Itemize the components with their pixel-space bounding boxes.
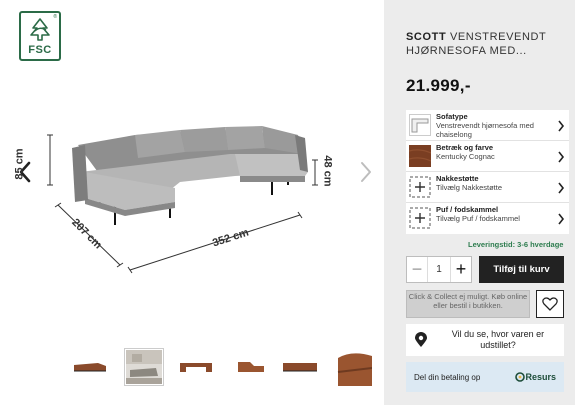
quantity-stepper: − 1 + <box>406 256 472 283</box>
option-value: Tilvælg Nakkestøtte <box>436 183 502 192</box>
thumbnail-4[interactable] <box>230 348 270 386</box>
product-image: 85 cm 207 cm 352 cm 48 cm <box>14 110 360 290</box>
thumbnail-6[interactable] <box>332 348 372 386</box>
option-value: Venstrevendt hjørnesofa med chaiselong <box>436 121 534 139</box>
quantity-decrease-button[interactable]: − <box>407 257 427 282</box>
option-label: Puf / fodskammel <box>436 205 499 214</box>
option-label: Sofatype <box>436 112 468 121</box>
heart-icon <box>542 297 558 311</box>
payment-split-label: Del din betaling op <box>414 372 481 382</box>
option-fabric[interactable]: Betræk og farve Kentucky Cognac <box>406 141 569 172</box>
product-panel: SCOTT VENSTREVENDT HJØRNESOFA MED... 21.… <box>384 0 575 405</box>
fsc-tree-icon <box>30 18 50 41</box>
fsc-logo: ® FSC <box>19 11 61 61</box>
favorite-button[interactable] <box>536 290 564 318</box>
chevron-right-icon <box>558 151 565 163</box>
option-label: Betræk og farve <box>436 143 494 152</box>
product-brand: SCOTT <box>406 31 447 43</box>
chevron-right-icon <box>558 120 565 132</box>
quantity-increase-button[interactable]: + <box>451 257 471 282</box>
plus-box-icon <box>409 207 431 229</box>
quantity-input[interactable]: 1 <box>427 257 451 282</box>
fabric-swatch-icon <box>409 145 431 167</box>
sofa-shape-icon <box>409 114 431 136</box>
product-options: Sofatype Venstrevendt hjørnesofa med cha… <box>406 110 569 234</box>
fsc-reg-mark: ® <box>53 14 57 20</box>
chevron-right-icon <box>558 213 565 225</box>
store-availability-text: Vil du se, hvor varen er udstillet? <box>451 329 545 350</box>
option-sofatype[interactable]: Sofatype Venstrevendt hjørnesofa med cha… <box>406 110 569 141</box>
height-dimension: 85 cm <box>13 148 26 180</box>
thumbnail-2[interactable] <box>124 348 164 386</box>
plus-box-icon <box>409 176 431 198</box>
option-value: Tilvælg Puf / fodskammel <box>436 214 520 223</box>
thumbnail-5[interactable] <box>280 348 320 386</box>
thumbnail-3[interactable] <box>176 348 216 386</box>
resurs-logo: Resurs <box>515 372 556 382</box>
u-sofa-illustration <box>47 126 318 274</box>
option-value: Kentucky Cognac <box>436 152 495 161</box>
product-gallery: ® FSC 85 cm 207 cm 352 cm 48 cm <box>0 0 384 405</box>
fsc-logo-text: FSC <box>28 44 52 56</box>
click-collect-notice: Click & Collect ej muligt. Køb online el… <box>406 290 530 318</box>
thumbnail-strip <box>70 348 372 386</box>
option-label: Nakkestøtte <box>436 174 479 183</box>
seat-height-dimension: 48 cm <box>321 155 334 187</box>
chevron-right-icon <box>558 182 565 194</box>
resurs-icon <box>515 372 526 382</box>
add-to-cart-button[interactable]: Tilføj til kurv <box>479 256 564 283</box>
payment-split-banner[interactable]: Del din betaling op Resurs <box>406 362 564 392</box>
option-footstool[interactable]: Puf / fodskammel Tilvælg Puf / fodskamme… <box>406 203 569 234</box>
product-price: 21.999,- <box>406 76 471 95</box>
thumbnail-1[interactable] <box>70 348 110 386</box>
delivery-time: Leveringstid: 3-6 hverdage <box>468 240 564 249</box>
option-neckrest[interactable]: Nakkestøtte Tilvælg Nakkestøtte <box>406 172 569 203</box>
location-pin-icon <box>415 332 427 347</box>
resurs-logo-text: Resurs <box>525 372 556 382</box>
chevron-right-icon <box>361 162 371 182</box>
product-title: SCOTT VENSTREVENDT HJØRNESOFA MED... <box>406 30 571 58</box>
store-availability-button[interactable]: Vil du se, hvor varen er udstillet? <box>406 324 564 356</box>
